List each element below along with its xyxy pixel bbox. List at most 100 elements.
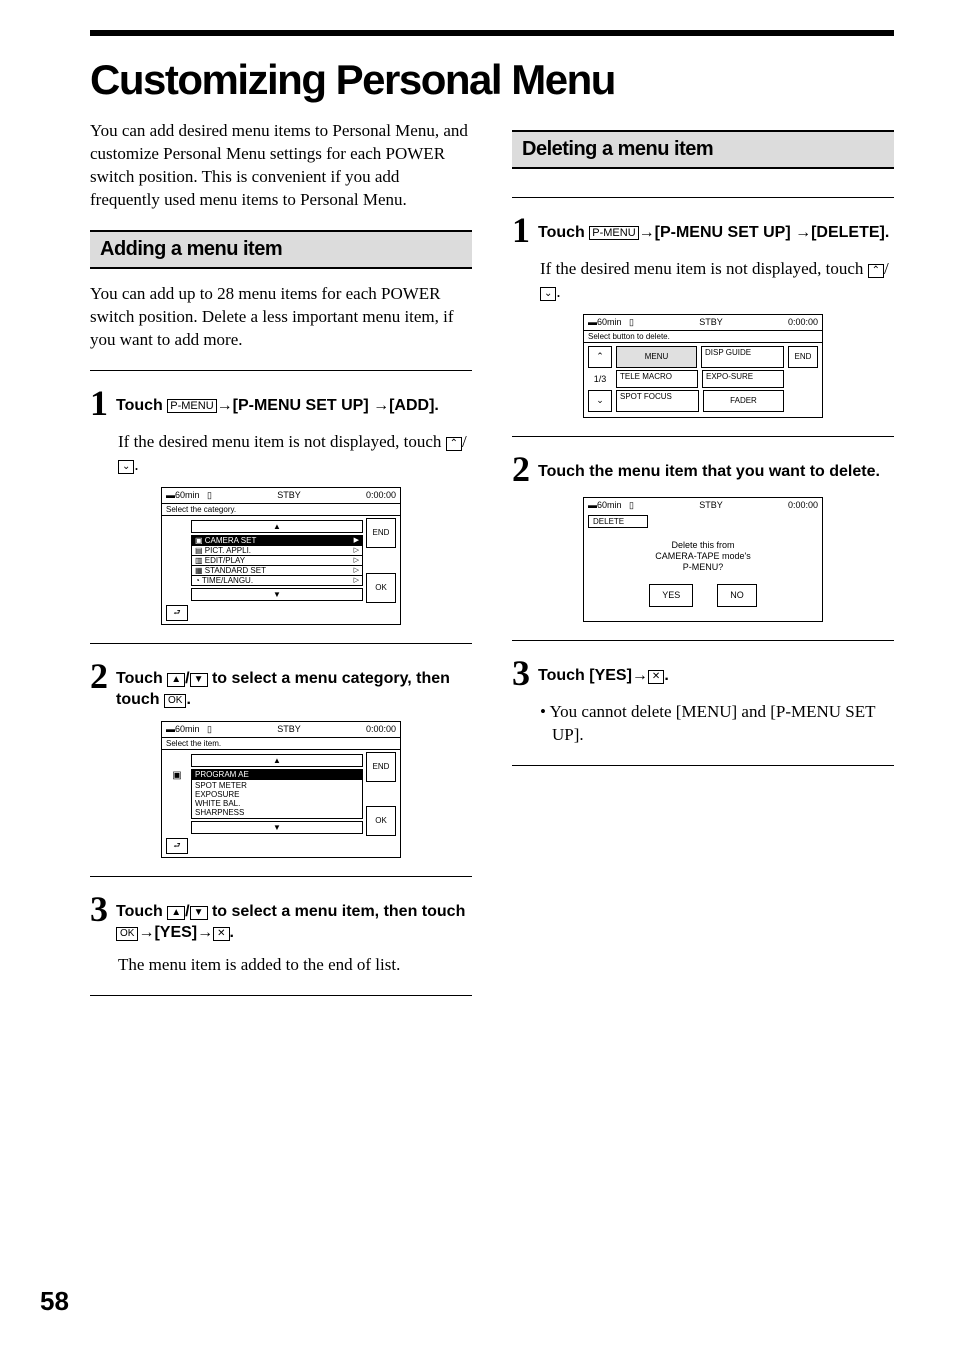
status-text: STBY	[277, 724, 301, 735]
list-item[interactable]: ▦ STANDARD SET▷	[192, 566, 362, 576]
chev-down-keycap: ⌄	[118, 460, 134, 474]
ss-grid-button[interactable]: SPOT FOCUS	[616, 390, 699, 412]
status-text: STBY	[277, 490, 301, 501]
ss-page-indicator: 1/3	[588, 370, 612, 388]
add-step-2: 2 Touch ▲/▼ to select a menu category, t…	[90, 658, 472, 711]
text: Touch	[116, 670, 167, 687]
time-text: 0:00:00	[788, 317, 818, 328]
screenshot-select-category: ▬60min ▯ STBY 0:00:00 Select the categor…	[161, 487, 401, 625]
text: Touch	[538, 224, 589, 241]
list-item[interactable]: ▣ CAMERA SET▶	[192, 536, 362, 546]
ss-down-button[interactable]: ▼	[191, 821, 363, 834]
text: If the desired menu item is not displaye…	[540, 259, 868, 278]
ss-grid-button[interactable]: TELE MACRO	[616, 370, 698, 388]
list-item[interactable]: SHARPNESS	[192, 808, 362, 818]
text: to select a menu item, then touch	[208, 903, 466, 920]
ss-ok-button[interactable]: OK	[366, 573, 396, 603]
ss-up-button[interactable]: ▲	[191, 520, 363, 533]
two-column-layout: You can add desired menu items to Person…	[90, 120, 894, 1010]
list-item[interactable]: SPOT METER	[192, 780, 362, 790]
ss-status-bar: ▬60min ▯ STBY 0:00:00	[162, 722, 400, 737]
divider	[90, 370, 472, 371]
list-item[interactable]: PROGRAM AE	[192, 770, 362, 780]
battery-text: 60min	[597, 500, 622, 510]
ss-title: Select the item.	[162, 737, 400, 750]
menu-list: ▣ CAMERA SET▶ ▤ PICT. APPLI.▷ ▥ EDIT/PLA…	[191, 535, 363, 586]
step-heading: Touch the menu item that you want to del…	[538, 461, 894, 483]
step-heading: Touch ▲/▼ to select a menu item, then to…	[116, 901, 472, 944]
right-column: Deleting a menu item 1 Touch P-MENU→[P-M…	[512, 120, 894, 1010]
text: →[P-MENU SET UP] →[ADD].	[217, 397, 439, 414]
text: Touch	[116, 903, 167, 920]
step-number: 2	[90, 658, 108, 694]
ss-grid-button[interactable]: EXPO-SURE	[702, 370, 784, 388]
chev-up-keycap: ⌃	[446, 437, 462, 451]
pmenu-keycap: P-MENU	[167, 399, 216, 413]
text: →[P-MENU SET UP] →[DELETE].	[639, 224, 890, 241]
step-followup: The menu item is added to the end of lis…	[118, 954, 472, 977]
battery-text: 60min	[175, 724, 200, 734]
ss-status-bar: ▬60min ▯ STBY 0:00:00	[584, 498, 822, 513]
delete-step-2: 2 Touch the menu item that you want to d…	[512, 451, 894, 487]
step-followup: • You cannot delete [MENU] and [P-MENU S…	[540, 701, 894, 747]
step-number: 1	[512, 212, 530, 248]
ss-end-button[interactable]: END	[788, 346, 818, 368]
step-number: 3	[90, 891, 108, 927]
no-button[interactable]: NO	[717, 584, 757, 607]
divider	[512, 640, 894, 641]
step-number: 1	[90, 385, 108, 421]
ss-back-button[interactable]: ⮐	[166, 838, 188, 854]
yes-button[interactable]: YES	[649, 584, 693, 607]
time-text: 0:00:00	[366, 724, 396, 735]
page-number: 58	[40, 1286, 69, 1317]
ss-end-button[interactable]: END	[366, 752, 396, 782]
step-followup: If the desired menu item is not displaye…	[118, 431, 472, 477]
ss-down-button[interactable]: ▼	[191, 588, 363, 601]
battery-text: 60min	[597, 317, 622, 327]
step-heading: Touch P-MENU→[P-MENU SET UP] →[DELETE].	[538, 222, 894, 244]
ss-ok-button[interactable]: OK	[366, 806, 396, 836]
ss-grid-button[interactable]: DISP GUIDE	[701, 346, 784, 368]
page-title: Customizing Personal Menu	[90, 58, 894, 102]
list-item[interactable]: ▤ PICT. APPLI.▷	[192, 546, 362, 556]
chev-down-keycap: ⌄	[540, 287, 556, 301]
confirm-text: Delete this from CAMERA-TAPE mode's P-ME…	[590, 540, 816, 574]
ss-page-down[interactable]: ⌄	[588, 390, 612, 412]
text: .	[186, 691, 190, 708]
ss-status-bar: ▬60min ▯ STBY 0:00:00	[162, 488, 400, 503]
divider	[512, 197, 894, 198]
ss-page-up[interactable]: ⌃	[588, 346, 612, 368]
delete-step-1: 1 Touch P-MENU→[P-MENU SET UP] →[DELETE]…	[512, 212, 894, 248]
ss-grid-button[interactable]: FADER	[703, 390, 784, 412]
down-keycap: ▼	[190, 673, 208, 687]
ss-end-button[interactable]: END	[366, 518, 396, 548]
list-item[interactable]: ◔ TIME/LANGU.▷	[192, 576, 362, 585]
delete-step-3: 3 Touch [YES]→✕.	[512, 655, 894, 691]
left-column: You can add desired menu items to Person…	[90, 120, 472, 1010]
text: Touch [YES]→	[538, 667, 648, 684]
step-number: 3	[512, 655, 530, 691]
text: .	[134, 455, 138, 474]
step-followup: If the desired menu item is not displaye…	[540, 258, 894, 304]
text: →[YES]→	[138, 924, 213, 941]
confirm-message: Delete this from CAMERA-TAPE mode's P-ME…	[584, 530, 822, 621]
time-text: 0:00:00	[366, 490, 396, 501]
ok-keycap: OK	[164, 694, 186, 708]
ss-delete-label: DELETE	[588, 515, 648, 528]
step-heading: Touch [YES]→✕.	[538, 665, 894, 687]
divider	[90, 995, 472, 996]
list-item[interactable]: WHITE BAL.	[192, 799, 362, 808]
time-text: 0:00:00	[788, 500, 818, 511]
screenshot-select-delete-button: ▬60min ▯ STBY 0:00:00 Select button to d…	[583, 314, 823, 418]
text: .	[664, 667, 668, 684]
intro-paragraph: You can add desired menu items to Person…	[90, 120, 472, 212]
step-number: 2	[512, 451, 530, 487]
divider	[90, 876, 472, 877]
list-item[interactable]: EXPOSURE	[192, 790, 362, 799]
section-heading-delete: Deleting a menu item	[512, 130, 894, 169]
text: If the desired menu item is not displaye…	[118, 432, 446, 451]
list-item[interactable]: ▥ EDIT/PLAY▷	[192, 556, 362, 566]
ss-grid-button[interactable]: MENU	[616, 346, 697, 368]
ss-back-button[interactable]: ⮐	[166, 605, 188, 621]
ss-up-button[interactable]: ▲	[191, 754, 363, 767]
